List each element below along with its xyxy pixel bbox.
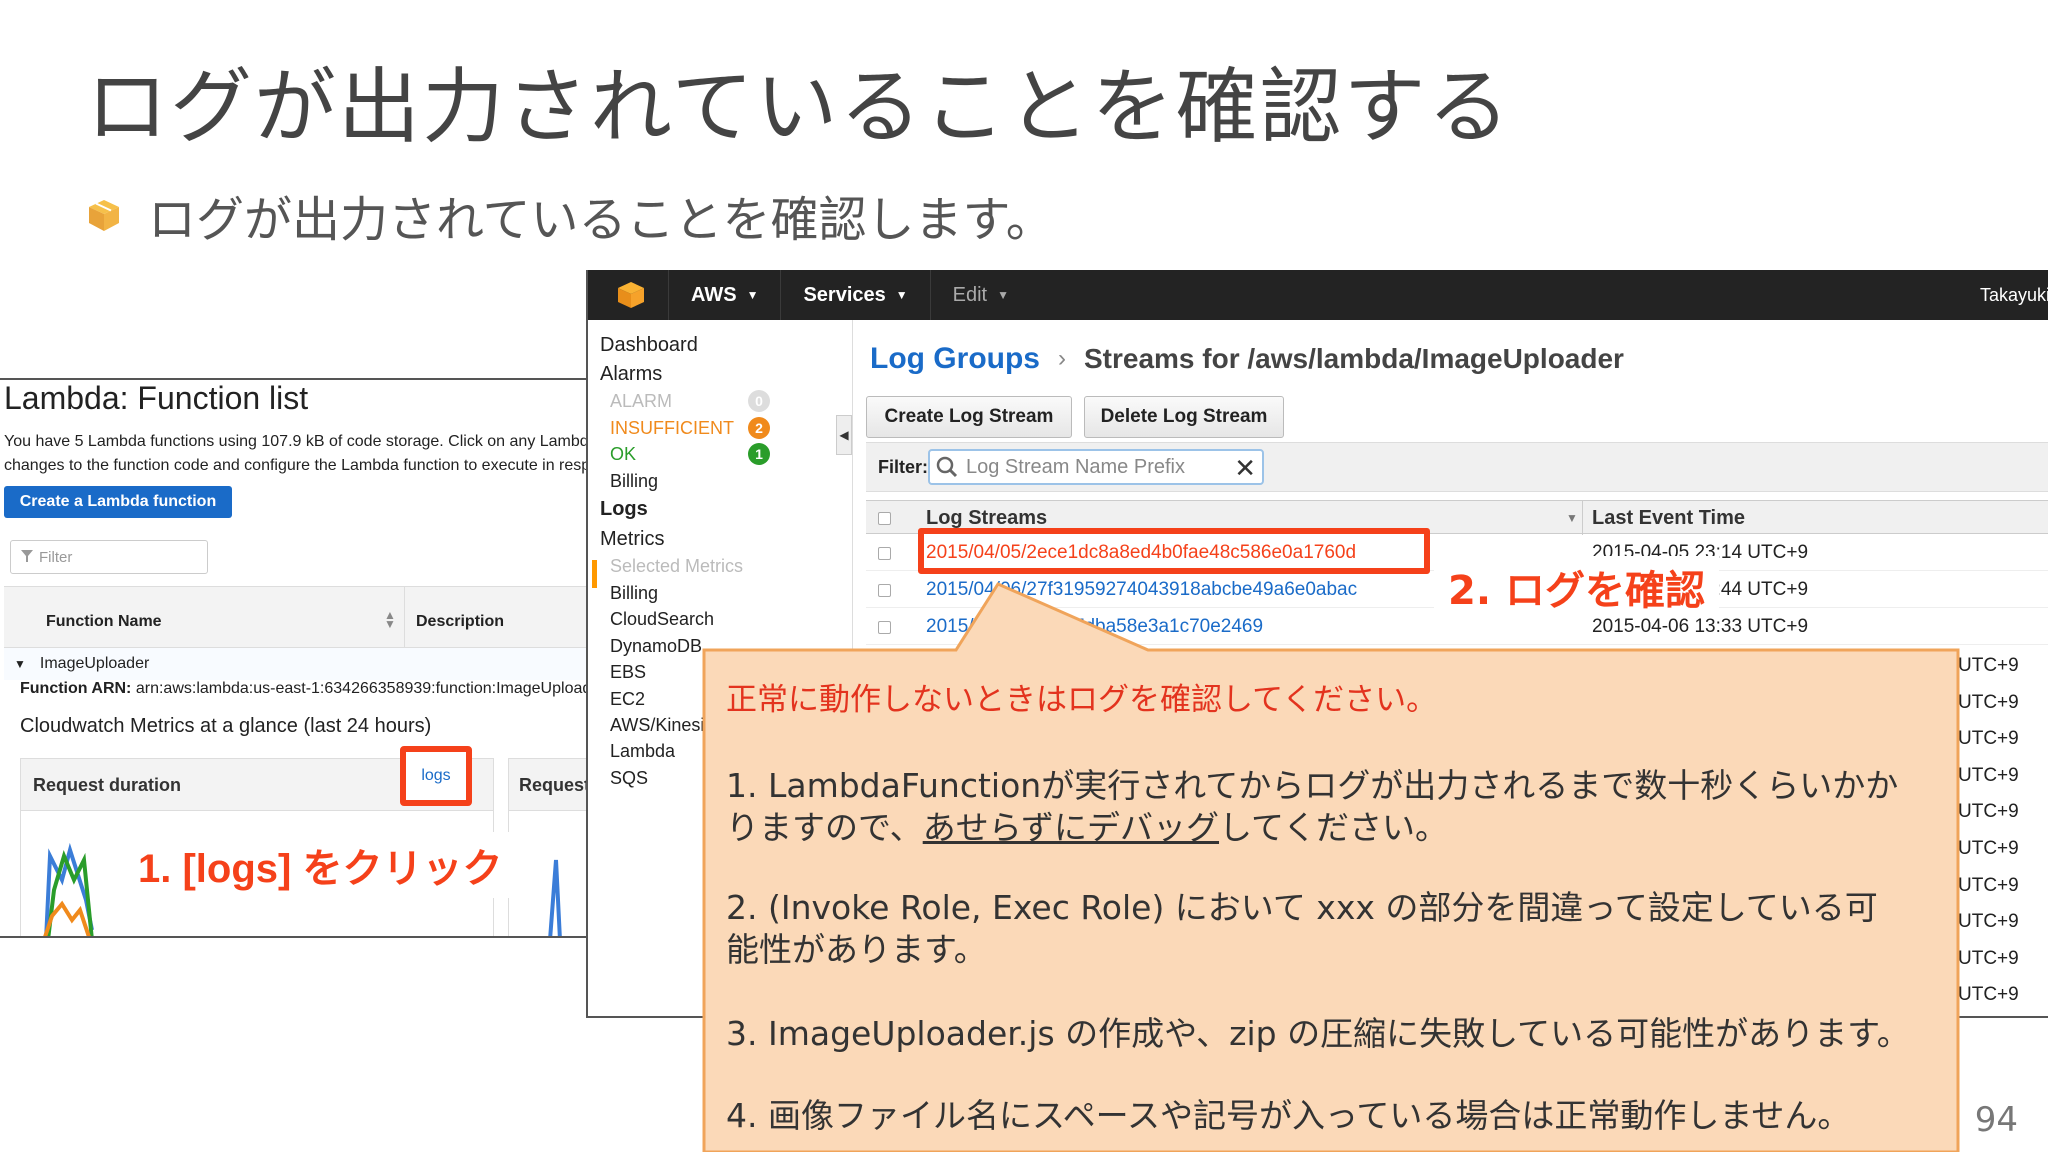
troubleshooting-balloon: 正常に動作しないときはログを確認してください。 1. LambdaFunctio… [704,650,1958,1152]
balloon-item-3: 3. ImageUploader.js の作成や、zip の圧縮に失敗している可… [726,1014,1910,1053]
item1-underlined: あせらずにデバッグ [922,808,1220,847]
balloon-item-1-line1: 1. LambdaFunctionが実行されてからログが出力されるまで数十秒くら… [726,766,1899,805]
balloon-item-2-line2: 能性があります。 [726,930,987,969]
balloon-item-1-line2: りますので、あせらずにデバッグしてください。 [726,807,1934,849]
balloon-item-1: 1. LambdaFunctionが実行されてからログが出力されるまで数十秒くら… [726,765,1934,849]
balloon-item-2-line1: 2. (Invoke Role, Exec Role) において xxx の部分… [726,888,1878,927]
balloon-item-2: 2. (Invoke Role, Exec Role) において xxx の部分… [726,887,1934,971]
item1-text-b: してください。 [1219,808,1449,847]
item1-text-a: りますので、 [726,808,923,847]
balloon-item-4: 4. 画像ファイル名にスペースや記号が入っている場合は正常動作しません。 [726,1096,1851,1135]
balloon-heading: 正常に動作しないときはログを確認してください。 [726,682,1438,718]
